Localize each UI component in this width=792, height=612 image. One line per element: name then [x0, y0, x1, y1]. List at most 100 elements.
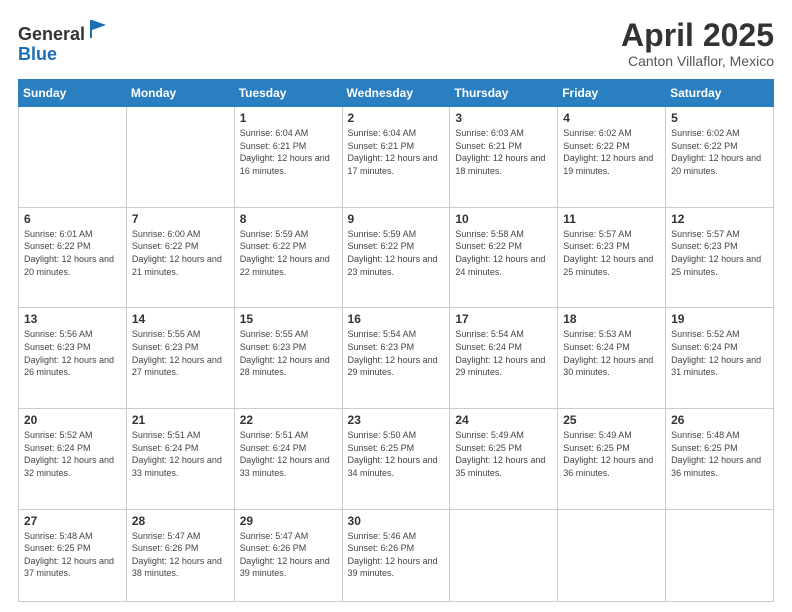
calendar-cell: [666, 509, 774, 602]
calendar-cell: [450, 509, 558, 602]
day-number: 7: [132, 212, 229, 226]
day-number: 22: [240, 413, 337, 427]
weekday-header-tuesday: Tuesday: [234, 80, 342, 107]
calendar-cell: 30 Sunrise: 5:46 AM Sunset: 6:26 PM Dayli…: [342, 509, 450, 602]
calendar-cell: [19, 107, 127, 208]
calendar-cell: 24 Sunrise: 5:49 AM Sunset: 6:25 PM Dayli…: [450, 408, 558, 509]
day-info: Sunrise: 5:47 AM Sunset: 6:26 PM Dayligh…: [240, 530, 337, 580]
day-number: 29: [240, 514, 337, 528]
day-info: Sunrise: 5:47 AM Sunset: 6:26 PM Dayligh…: [132, 530, 229, 580]
day-number: 10: [455, 212, 552, 226]
day-number: 24: [455, 413, 552, 427]
day-number: 3: [455, 111, 552, 125]
calendar-cell: 28 Sunrise: 5:47 AM Sunset: 6:26 PM Dayli…: [126, 509, 234, 602]
day-info: Sunrise: 6:02 AM Sunset: 6:22 PM Dayligh…: [563, 127, 660, 177]
calendar-cell: 3 Sunrise: 6:03 AM Sunset: 6:21 PM Daylig…: [450, 107, 558, 208]
day-number: 5: [671, 111, 768, 125]
day-info: Sunrise: 5:57 AM Sunset: 6:23 PM Dayligh…: [671, 228, 768, 278]
calendar-cell: 20Sunrise: 5:52 AM Sunset: 6:24 PM Dayli…: [19, 408, 127, 509]
day-number: 28: [132, 514, 229, 528]
day-info: Sunrise: 5:55 AM Sunset: 6:23 PM Dayligh…: [132, 328, 229, 378]
day-info: Sunrise: 5:48 AM Sunset: 6:25 PM Dayligh…: [671, 429, 768, 479]
logo-general: General: [18, 18, 110, 45]
day-info: Sunrise: 5:58 AM Sunset: 6:22 PM Dayligh…: [455, 228, 552, 278]
calendar-cell: 9 Sunrise: 5:59 AM Sunset: 6:22 PM Daylig…: [342, 207, 450, 308]
calendar-cell: 7 Sunrise: 6:00 AM Sunset: 6:22 PM Daylig…: [126, 207, 234, 308]
day-info: Sunrise: 6:04 AM Sunset: 6:21 PM Dayligh…: [348, 127, 445, 177]
day-number: 23: [348, 413, 445, 427]
calendar-cell: 8Sunrise: 5:59 AM Sunset: 6:22 PM Daylig…: [234, 207, 342, 308]
logo-flag-icon: [88, 18, 110, 40]
day-info: Sunrise: 5:52 AM Sunset: 6:24 PM Dayligh…: [671, 328, 768, 378]
weekday-header-sunday: Sunday: [19, 80, 127, 107]
weekday-header-monday: Monday: [126, 80, 234, 107]
calendar-cell: 16 Sunrise: 5:54 AM Sunset: 6:23 PM Dayli…: [342, 308, 450, 409]
calendar-table: SundayMondayTuesdayWednesdayThursdayFrid…: [18, 79, 774, 602]
day-number: 1: [240, 111, 337, 125]
day-info: Sunrise: 6:02 AM Sunset: 6:22 PM Dayligh…: [671, 127, 768, 177]
calendar-cell: 4 Sunrise: 6:02 AM Sunset: 6:22 PM Daylig…: [558, 107, 666, 208]
calendar-cell: 27 Sunrise: 5:48 AM Sunset: 6:25 PM Dayli…: [19, 509, 127, 602]
calendar-cell: 19Sunrise: 5:52 AM Sunset: 6:24 PM Dayli…: [666, 308, 774, 409]
day-info: Sunrise: 5:57 AM Sunset: 6:23 PM Dayligh…: [563, 228, 660, 278]
day-number: 18: [563, 312, 660, 326]
day-number: 9: [348, 212, 445, 226]
calendar-cell: [126, 107, 234, 208]
calendar-cell: 6 Sunrise: 6:01 AM Sunset: 6:22 PM Daylig…: [19, 207, 127, 308]
calendar-cell: 15 Sunrise: 5:55 AM Sunset: 6:23 PM Dayli…: [234, 308, 342, 409]
day-info: Sunrise: 5:49 AM Sunset: 6:25 PM Dayligh…: [455, 429, 552, 479]
calendar-cell: 11 Sunrise: 5:57 AM Sunset: 6:23 PM Dayli…: [558, 207, 666, 308]
calendar-cell: 12 Sunrise: 5:57 AM Sunset: 6:23 PM Dayli…: [666, 207, 774, 308]
calendar-cell: 5 Sunrise: 6:02 AM Sunset: 6:22 PM Daylig…: [666, 107, 774, 208]
day-info: Sunrise: 5:51 AM Sunset: 6:24 PM Dayligh…: [132, 429, 229, 479]
calendar-cell: 23 Sunrise: 5:50 AM Sunset: 6:25 PM Dayli…: [342, 408, 450, 509]
day-number: 14: [132, 312, 229, 326]
main-title: April 2025: [621, 18, 774, 53]
day-info: Sunrise: 5:59 AM Sunset: 6:22 PM Dayligh…: [240, 228, 337, 278]
day-info: Sunrise: 5:55 AM Sunset: 6:23 PM Dayligh…: [240, 328, 337, 378]
day-number: 27: [24, 514, 121, 528]
day-number: 21: [132, 413, 229, 427]
weekday-header-wednesday: Wednesday: [342, 80, 450, 107]
day-info: Sunrise: 6:01 AM Sunset: 6:22 PM Dayligh…: [24, 228, 121, 278]
day-number: 4: [563, 111, 660, 125]
day-number: 2: [348, 111, 445, 125]
header: General Blue April 2025 Canton Villaflor…: [18, 18, 774, 69]
day-number: 11: [563, 212, 660, 226]
day-number: 6: [24, 212, 121, 226]
day-info: Sunrise: 6:00 AM Sunset: 6:22 PM Dayligh…: [132, 228, 229, 278]
weekday-header-friday: Friday: [558, 80, 666, 107]
day-info: Sunrise: 5:53 AM Sunset: 6:24 PM Dayligh…: [563, 328, 660, 378]
day-info: Sunrise: 5:49 AM Sunset: 6:25 PM Dayligh…: [563, 429, 660, 479]
logo: General Blue: [18, 18, 110, 65]
calendar-cell: 14 Sunrise: 5:55 AM Sunset: 6:23 PM Dayli…: [126, 308, 234, 409]
weekday-header-saturday: Saturday: [666, 80, 774, 107]
day-info: Sunrise: 6:04 AM Sunset: 6:21 PM Dayligh…: [240, 127, 337, 177]
calendar-cell: 26 Sunrise: 5:48 AM Sunset: 6:25 PM Dayli…: [666, 408, 774, 509]
day-number: 26: [671, 413, 768, 427]
day-info: Sunrise: 5:54 AM Sunset: 6:23 PM Dayligh…: [348, 328, 445, 378]
day-number: 25: [563, 413, 660, 427]
calendar-cell: 13 Sunrise: 5:56 AM Sunset: 6:23 PM Dayli…: [19, 308, 127, 409]
calendar-cell: 1 Sunrise: 6:04 AM Sunset: 6:21 PM Daylig…: [234, 107, 342, 208]
subtitle: Canton Villaflor, Mexico: [621, 53, 774, 69]
day-info: Sunrise: 6:03 AM Sunset: 6:21 PM Dayligh…: [455, 127, 552, 177]
day-info: Sunrise: 5:59 AM Sunset: 6:22 PM Dayligh…: [348, 228, 445, 278]
day-number: 17: [455, 312, 552, 326]
day-number: 15: [240, 312, 337, 326]
weekday-header-thursday: Thursday: [450, 80, 558, 107]
title-block: April 2025 Canton Villaflor, Mexico: [621, 18, 774, 69]
day-number: 30: [348, 514, 445, 528]
calendar-cell: [558, 509, 666, 602]
calendar-cell: 2 Sunrise: 6:04 AM Sunset: 6:21 PM Daylig…: [342, 107, 450, 208]
day-number: 13: [24, 312, 121, 326]
day-info: Sunrise: 5:56 AM Sunset: 6:23 PM Dayligh…: [24, 328, 121, 378]
day-info: Sunrise: 5:48 AM Sunset: 6:25 PM Dayligh…: [24, 530, 121, 580]
day-number: 16: [348, 312, 445, 326]
day-info: Sunrise: 5:46 AM Sunset: 6:26 PM Dayligh…: [348, 530, 445, 580]
day-info: Sunrise: 5:52 AM Sunset: 6:24 PM Dayligh…: [24, 429, 121, 479]
calendar-cell: 17Sunrise: 5:54 AM Sunset: 6:24 PM Dayli…: [450, 308, 558, 409]
day-number: 12: [671, 212, 768, 226]
calendar-cell: 10 Sunrise: 5:58 AM Sunset: 6:22 PM Dayli…: [450, 207, 558, 308]
day-info: Sunrise: 5:50 AM Sunset: 6:25 PM Dayligh…: [348, 429, 445, 479]
